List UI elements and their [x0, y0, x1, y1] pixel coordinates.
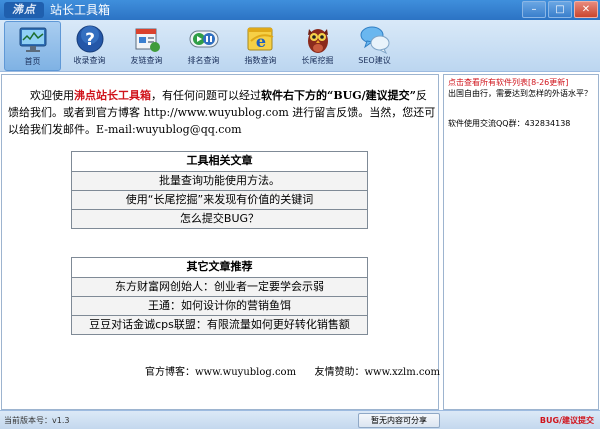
toolbar-links-query[interactable]: 友链查询: [118, 21, 175, 71]
minimize-button[interactable]: –: [522, 1, 546, 18]
toolbar-label: 长尾挖掘: [301, 56, 334, 65]
toolbar-seo-advice[interactable]: SEO建议: [346, 21, 403, 71]
box-title: 其它文章推荐: [72, 258, 367, 277]
tools-articles-box: 工具相关文章 批量查询功能使用方法。 使用“长尾挖掘”来发现有价值的关键词 怎么…: [71, 151, 368, 229]
share-button[interactable]: 暂无内容可分享: [358, 413, 440, 428]
side-panel: 点击查看所有软件列表[8-26更新] 出国自由行，需要达到怎样的外语水平？ 软件…: [443, 74, 599, 410]
toolbar-label: SEO建议: [358, 56, 391, 65]
links-icon: [131, 23, 163, 55]
toolbar-label: 指数查询: [244, 56, 277, 65]
browser-icon: e: [245, 23, 277, 55]
help-icon: ?: [74, 23, 106, 55]
sponsor-link[interactable]: 友情赞助：www.xzlm.com: [314, 367, 440, 378]
status-bar: 当前版本号：v1.3 暂无内容可分享 BUG/建议提交: [0, 410, 600, 429]
software-list-link[interactable]: 点击查看所有软件列表[8-26更新]: [448, 77, 594, 88]
monitor-icon: [17, 24, 49, 56]
intro-text: ，有任何问题可以经过: [151, 89, 261, 102]
toolbar-label: 收录查询: [73, 56, 106, 65]
qq-group-text: 软件使用交流QQ群：432834138: [448, 119, 571, 128]
toolbar-label: 首页: [24, 57, 41, 66]
article-link[interactable]: 东方财富网创始人：创业者一定要学会示弱: [72, 277, 367, 296]
maximize-button[interactable]: □: [548, 1, 572, 18]
toolbar-index-lookup[interactable]: e 指数查询: [232, 21, 289, 71]
article-link[interactable]: 王通：如何设计你的营销鱼饵: [72, 296, 367, 315]
ranking-icon: [188, 23, 220, 55]
toolbar-ranking-query[interactable]: 排名查询: [175, 21, 232, 71]
app-logo: 沸点: [4, 2, 44, 18]
welcome-text: 欢迎使用沸点站长工具箱，有任何问题可以经过软件右下方的“BUG/建议提交”反馈给…: [8, 87, 436, 138]
article-link[interactable]: 豆豆对话金诚cps联盟：有限流量如何更好转化销售额: [72, 315, 367, 334]
box-title: 工具相关文章: [72, 152, 367, 171]
side-question[interactable]: 出国自由行，需要达到怎样的外语水平？: [448, 88, 594, 100]
window-controls: – □ ✕: [522, 1, 598, 18]
brand-name: 沸点站长工具箱: [74, 89, 151, 102]
article-link[interactable]: 批量查询功能使用方法。: [72, 171, 367, 190]
owl-icon: [302, 23, 334, 55]
version-label: 当前版本号：v1.3: [4, 416, 70, 425]
window-title: 站长工具箱: [50, 3, 111, 17]
main-panel: 欢迎使用沸点站长工具箱，有任何问题可以经过软件右下方的“BUG/建议提交”反馈给…: [1, 74, 440, 410]
chat-icon: [359, 23, 391, 55]
close-button[interactable]: ✕: [574, 1, 598, 18]
footer-links: 官方博客：www.wuyublog.com 友情赞助：www.xzlm.com: [145, 363, 440, 378]
intro-text: 欢迎使用: [30, 89, 74, 102]
article-link[interactable]: 怎么提交BUG？: [72, 209, 367, 228]
article-link[interactable]: 使用“长尾挖掘”来发现有价值的关键词: [72, 190, 367, 209]
blog-link[interactable]: 官方博客：www.wuyublog.com: [145, 367, 296, 378]
toolbar-home[interactable]: 首页: [4, 21, 61, 71]
main-toolbar: 首页 ? 收录查询 友链查询 排名查询 e 指数查询 长尾挖掘 SEO建议: [0, 20, 600, 72]
title-bar: 沸点 站长工具箱 – □ ✕: [0, 0, 600, 20]
toolbar-longtail[interactable]: 长尾挖掘: [289, 21, 346, 71]
svg-text:?: ?: [85, 30, 95, 50]
other-articles-box: 其它文章推荐 东方财富网创始人：创业者一定要学会示弱 王通：如何设计你的营销鱼饵…: [71, 257, 368, 335]
bug-hint: 软件右下方的“BUG/建议提交”: [261, 89, 416, 102]
toolbar-label: 友链查询: [130, 56, 163, 65]
bug-report-link[interactable]: BUG/建议提交: [540, 415, 594, 426]
toolbar-index-query[interactable]: ? 收录查询: [61, 21, 118, 71]
toolbar-label: 排名查询: [187, 56, 220, 65]
